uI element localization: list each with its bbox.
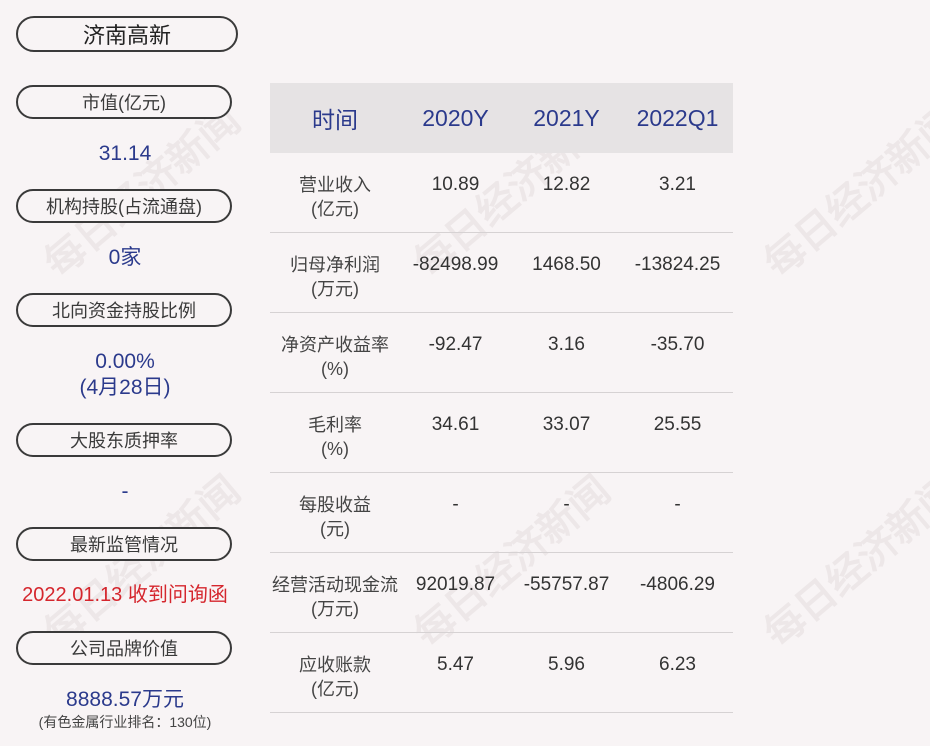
- header-2022q1: 2022Q1: [636, 104, 719, 131]
- financial-table: 时间 2020Y 2021Y 2022Q1 营业收入 (亿元) 10.89 12.…: [270, 83, 733, 713]
- cell: -13824.25: [634, 254, 721, 275]
- row-label: 营业收入 (亿元): [299, 175, 371, 219]
- cell: 12.82: [542, 174, 591, 195]
- cell: -55757.87: [523, 574, 610, 595]
- watermark: 每日经济新闻: [756, 468, 930, 657]
- market-cap-value: 31.14: [98, 142, 152, 165]
- table-row: 应收账款 (亿元) 5.47 5.96 6.23: [270, 633, 733, 713]
- northbound-value: 0.00%: [95, 350, 155, 373]
- cell: -82498.99: [412, 254, 499, 275]
- table-row: 经营活动现金流 (万元) 92019.87 -55757.87 -4806.29: [270, 553, 733, 633]
- cell: -4806.29: [639, 574, 715, 595]
- brand-value-label: 公司品牌价值: [16, 631, 232, 665]
- cell: 34.61: [431, 414, 480, 435]
- row-label: 净资产收益率 (%): [281, 335, 389, 379]
- row-label: 应收账款 (亿元): [299, 655, 371, 699]
- company-name: 济南高新: [16, 16, 238, 52]
- inst-holding-label: 机构持股(占流通盘): [16, 189, 232, 223]
- cell: 33.07: [542, 414, 591, 435]
- cell: -: [674, 494, 681, 515]
- table-row: 净资产收益率 (%) -92.47 3.16 -35.70: [270, 313, 733, 393]
- cell: 25.55: [653, 414, 702, 435]
- cell: 1468.50: [532, 254, 601, 275]
- cell: -: [563, 494, 570, 515]
- market-cap-label: 市值(亿元): [16, 85, 232, 119]
- row-label: 经营活动现金流 (万元): [272, 575, 398, 619]
- cell: -35.70: [650, 334, 705, 355]
- cell: 3.21: [659, 174, 696, 195]
- table-row: 营业收入 (亿元) 10.89 12.82 3.21: [270, 153, 733, 233]
- row-label: 归母净利润 (万元): [290, 255, 380, 299]
- brand-value: 8888.57万元: [66, 688, 184, 711]
- row-label: 毛利率 (%): [308, 415, 362, 459]
- northbound-label: 北向资金持股比例: [16, 293, 232, 327]
- cell: 10.89: [431, 174, 480, 195]
- supervision-value: 2022.01.13 收到问询函: [22, 584, 228, 606]
- header-2021y: 2021Y: [533, 104, 600, 131]
- cell: -: [452, 494, 459, 515]
- table-header: 时间 2020Y 2021Y 2022Q1: [270, 83, 733, 153]
- header-2020y: 2020Y: [422, 104, 489, 131]
- pledge-label: 大股东质押率: [16, 423, 232, 457]
- supervision-label: 最新监管情况: [16, 527, 232, 561]
- cell: 6.23: [659, 654, 696, 675]
- inst-holding-value: 0家: [108, 246, 142, 269]
- pledge-value: -: [121, 480, 129, 503]
- table-row: 毛利率 (%) 34.61 33.07 25.55: [270, 393, 733, 473]
- cell: 5.47: [437, 654, 474, 675]
- northbound-date: (4月28日): [79, 376, 171, 399]
- watermark: 每日经济新闻: [756, 98, 930, 287]
- header-time: 时间: [312, 107, 358, 133]
- cell: 3.16: [548, 334, 585, 355]
- table-row: 每股收益 (元) - - -: [270, 473, 733, 553]
- row-label: 每股收益 (元): [299, 495, 371, 539]
- table-row: 归母净利润 (万元) -82498.99 1468.50 -13824.25: [270, 233, 733, 313]
- cell: 5.96: [548, 654, 585, 675]
- brand-rank: (有色金属行业排名：130位): [38, 714, 212, 730]
- cell: -92.47: [428, 334, 483, 355]
- cell: 92019.87: [415, 574, 496, 595]
